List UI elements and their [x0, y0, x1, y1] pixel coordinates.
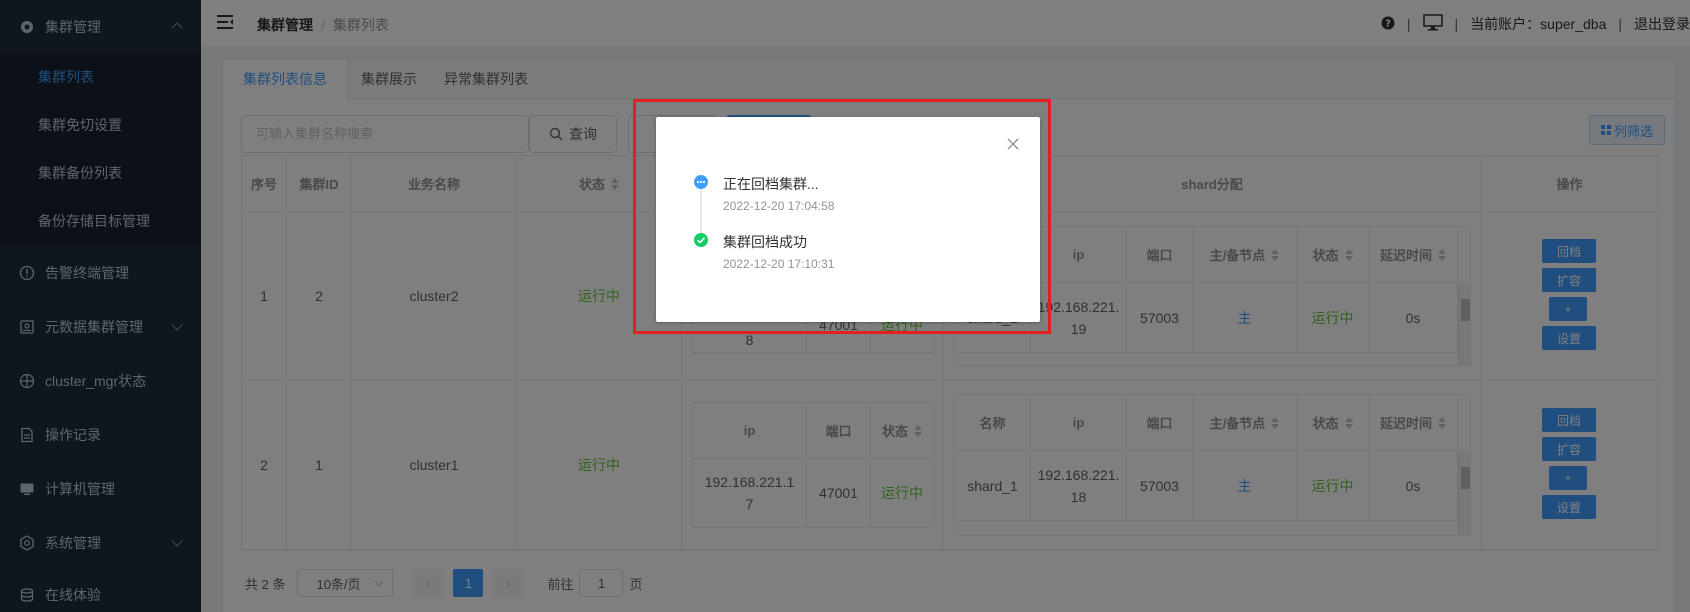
highlight-box: [633, 99, 1051, 334]
